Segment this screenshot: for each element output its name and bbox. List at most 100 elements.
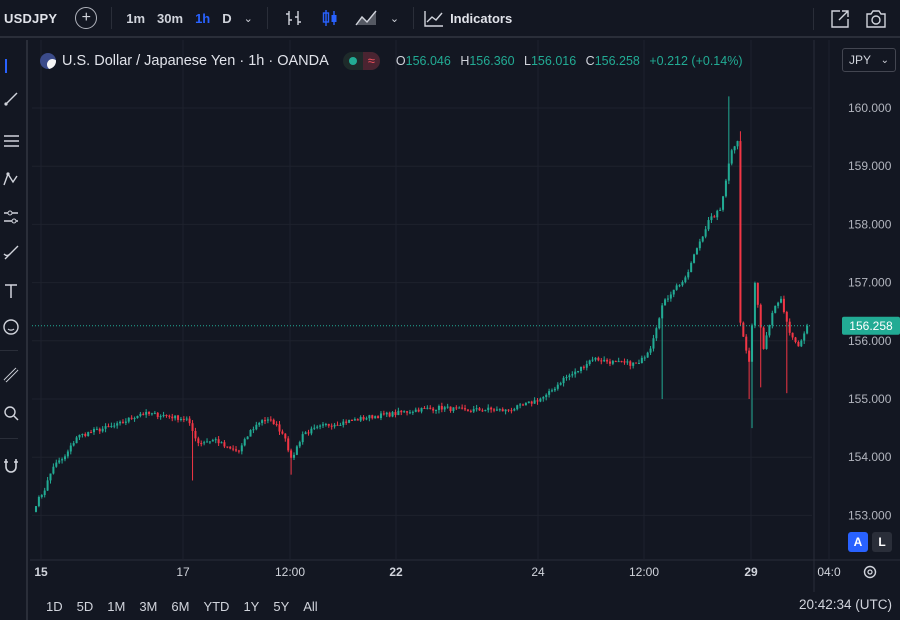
bar-style-icon[interactable]: [282, 6, 306, 30]
candle-body: [707, 220, 710, 230]
camera-icon[interactable]: [864, 7, 888, 31]
candle-body: [687, 272, 690, 278]
candle-body: [240, 445, 243, 452]
emoji-icon[interactable]: [0, 316, 22, 338]
candle-body: [379, 413, 382, 419]
range-all[interactable]: All: [303, 599, 317, 614]
indicators-button[interactable]: Indicators: [422, 6, 512, 30]
high-label: H: [460, 54, 470, 68]
interval-30m[interactable]: 30m: [157, 11, 183, 26]
chart-legend: U.S. Dollar / Japanese Yen · 1h · OANDA …: [40, 52, 748, 70]
candle-body: [171, 416, 174, 419]
chart-type-chevron-icon[interactable]: ⌄: [390, 12, 399, 25]
tool-divider: [0, 350, 18, 351]
candle-body: [235, 449, 238, 451]
range-3m[interactable]: 3M: [139, 599, 157, 614]
interval-d[interactable]: D: [222, 11, 231, 26]
time-settings-gear-icon[interactable]: [860, 562, 880, 582]
text-icon[interactable]: [0, 280, 22, 302]
candle-body: [350, 419, 353, 421]
snapshot-icon[interactable]: [828, 7, 852, 31]
candle-body: [484, 410, 487, 412]
candle-body: [377, 416, 380, 419]
candle-body: [371, 415, 374, 419]
range-5d[interactable]: 5D: [77, 599, 94, 614]
price-chart[interactable]: 160.000 159.000 158.000 157.000 156.000 155.0…: [30, 40, 900, 592]
interval-1m[interactable]: 1m: [126, 11, 145, 26]
symbol-search[interactable]: USDJPY: [4, 11, 57, 26]
candle-body: [472, 409, 475, 412]
area-icon[interactable]: [354, 6, 378, 30]
candle-body: [443, 407, 446, 410]
candle-body: [423, 408, 426, 410]
candle-body: [266, 419, 269, 421]
ruler-icon[interactable]: [0, 364, 22, 386]
candle-body: [719, 209, 722, 211]
time-tick-label: 12:00: [629, 565, 659, 579]
candle-body: [69, 445, 72, 452]
price-tick-label: 155.000: [848, 392, 892, 406]
log-scale-button[interactable]: L: [872, 532, 892, 552]
candle-body: [382, 413, 385, 415]
candle-body: [397, 410, 400, 416]
brush-icon[interactable]: [0, 242, 22, 264]
candle-body: [614, 361, 617, 363]
candle-body: [92, 429, 95, 433]
candle-body: [562, 377, 565, 384]
market-status-pill[interactable]: ≈: [342, 52, 380, 70]
candle-body: [762, 327, 765, 349]
usd-flag-icon: [40, 53, 56, 69]
candle-body: [698, 241, 701, 249]
zoom-icon[interactable]: [0, 402, 22, 424]
range-1m[interactable]: 1M: [107, 599, 125, 614]
candle-body: [600, 360, 603, 362]
candle-body: [310, 428, 313, 434]
time-tick-label: 24: [531, 565, 545, 579]
candle-body: [252, 429, 255, 431]
magnet-icon[interactable]: [0, 454, 22, 476]
candle-body: [394, 412, 397, 416]
candle-body: [643, 357, 646, 359]
candle-body: [513, 409, 516, 411]
candle-body: [226, 446, 229, 448]
utc-clock[interactable]: 20:42:34 (UTC): [799, 597, 892, 612]
currency-dropdown[interactable]: JPY ⌄: [842, 48, 896, 72]
candle-body: [319, 425, 322, 427]
candle-body: [539, 398, 542, 402]
candle-body: [577, 371, 580, 373]
interval-1h[interactable]: 1h: [195, 11, 210, 26]
candle-body: [249, 430, 252, 437]
candle-body: [785, 311, 788, 322]
compare-symbol-button[interactable]: +: [75, 7, 98, 29]
symbol-title[interactable]: U.S. Dollar / Japanese Yen · 1h · OANDA: [62, 53, 329, 69]
candle-body: [487, 407, 490, 411]
range-6m[interactable]: 6M: [171, 599, 189, 614]
candle-body: [791, 332, 794, 338]
chart-pane[interactable]: 160.000 159.000 158.000 157.000 156.000 155.0…: [30, 40, 900, 620]
auto-scale-button[interactable]: A: [848, 532, 868, 552]
range-1y[interactable]: 1Y: [243, 599, 259, 614]
candle-body: [493, 409, 496, 411]
range-ytd[interactable]: YTD: [203, 599, 229, 614]
low-label: L: [524, 54, 531, 68]
range-1d[interactable]: 1D: [46, 599, 63, 614]
trend-line-icon[interactable]: [0, 88, 22, 110]
candle-body: [617, 361, 620, 363]
candle-body: [571, 374, 574, 376]
candle-body: [185, 418, 188, 420]
candle-body: [684, 277, 687, 283]
pattern-icon[interactable]: [0, 168, 22, 190]
cursor-icon[interactable]: [0, 56, 22, 78]
time-tick-label: 17: [176, 565, 190, 579]
chevron-down-icon: ⌄: [880, 54, 889, 66]
range-5y[interactable]: 5Y: [273, 599, 289, 614]
fib-icon[interactable]: [0, 130, 22, 152]
candle-body: [432, 408, 435, 411]
interval-dropdown-chevron-icon[interactable]: ⌄: [244, 12, 253, 25]
prediction-icon[interactable]: [0, 206, 22, 228]
candle-body: [495, 409, 498, 411]
candle-body: [179, 418, 182, 420]
candle-body: [556, 384, 559, 389]
candle-body: [588, 360, 591, 365]
candles-icon[interactable]: [318, 6, 342, 30]
